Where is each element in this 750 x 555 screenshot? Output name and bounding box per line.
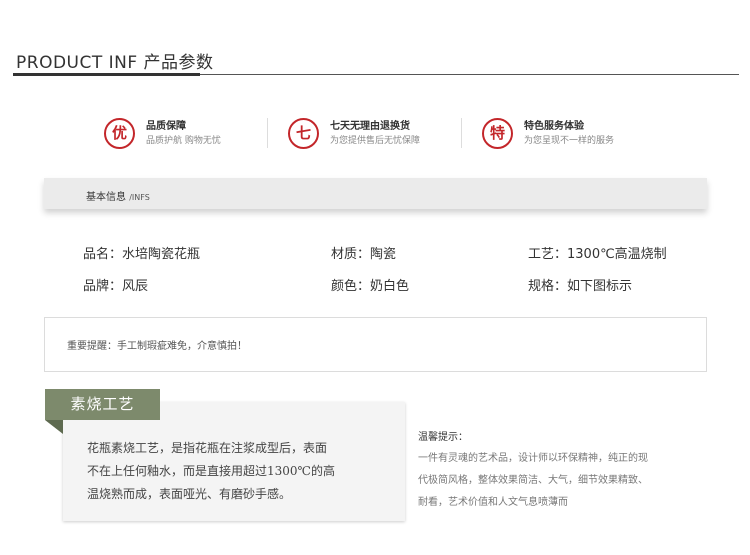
craft-line: 不在上任何釉水，而是直接用超过1300℃的高 — [87, 464, 335, 478]
basic-info-label: 基本信息 /INFS — [86, 188, 150, 203]
spec-name: 品名：水培陶瓷花瓶 — [83, 247, 201, 262]
guarantee-subtitle: 为您呈现不一样的服务 — [524, 136, 615, 146]
header-underline — [13, 73, 200, 76]
basic-info-label-en: /INFS — [129, 193, 150, 202]
guarantee-divider — [267, 118, 268, 148]
guarantee-title: 七天无理由退换货 — [330, 121, 410, 132]
notice-text: 重要提醒：手工制瑕疵难免，介意慎拍！ — [67, 341, 247, 352]
spec-craft: 工艺：1300℃高温烧制 — [528, 247, 667, 262]
guarantee-divider — [461, 118, 462, 148]
seven-day-return-icon: 七 — [288, 118, 319, 149]
spec-color: 颜色：奶白色 — [331, 279, 410, 294]
special-service-icon: 特 — [482, 118, 513, 149]
tips-line: 耐看，艺术价值和人文气息喷薄而 — [418, 497, 568, 508]
spec-material: 材质：陶瓷 — [331, 247, 397, 262]
spec-brand: 品牌：风辰 — [83, 279, 149, 294]
guarantee-title: 特色服务体验 — [524, 121, 584, 132]
guarantee-subtitle: 为您提供售后无忧保障 — [330, 136, 421, 146]
tips-text: 一件有灵魂的艺术品，设计师以环保精神，纯正的现 代极简风格，整体效果简洁、大气，… — [418, 448, 708, 514]
tips-title: 温馨提示： — [418, 432, 468, 443]
tips-line: 一件有灵魂的艺术品，设计师以环保精神，纯正的现 — [418, 453, 648, 464]
quality-icon: 优 — [104, 118, 135, 149]
craft-tag: 素烧工艺 — [45, 389, 160, 420]
tips-line: 代极简风格，整体效果简洁、大气，细节效果精致、 — [418, 475, 648, 486]
basic-info-label-cn: 基本信息 — [86, 192, 126, 203]
craft-line: 花瓶素烧工艺，是指花瓶在注浆成型后，表面 — [87, 441, 328, 455]
craft-line: 温烧熟而成，表面哑光、有磨砂手感。 — [87, 487, 292, 501]
spec-size: 规格：如下图标示 — [528, 279, 633, 294]
guarantee-title: 品质保障 — [146, 121, 186, 132]
guarantee-subtitle: 品质护航 购物无忧 — [146, 136, 221, 146]
ribbon-fold — [45, 420, 63, 434]
section-title: PRODUCT INF 产品参数 — [16, 53, 214, 73]
craft-description: 花瓶素烧工艺，是指花瓶在注浆成型后，表面 不在上任何釉水，而是直接用超过1300… — [87, 437, 387, 506]
